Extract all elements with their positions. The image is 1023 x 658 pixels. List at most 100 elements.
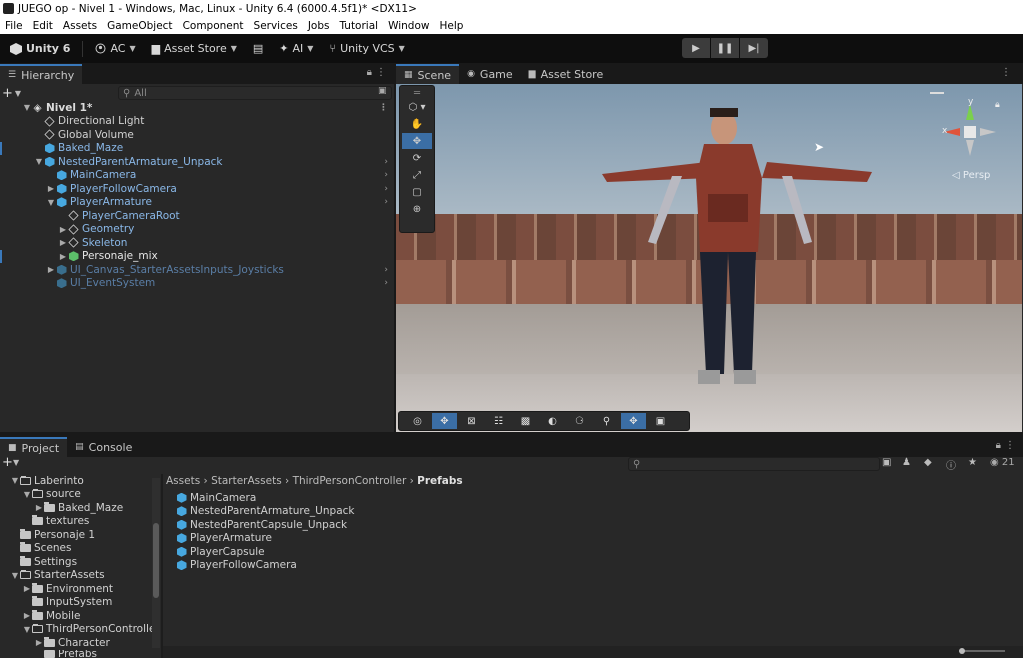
tab-asset-store[interactable]: ▆ Asset Store — [521, 64, 612, 84]
search-by-type-icon[interactable]: ▣ — [882, 457, 891, 468]
hierarchy-item-geometry[interactable]: ▶ Geometry — [0, 223, 394, 237]
hierarchy-search-input[interactable]: ⚲ All — [118, 86, 392, 100]
menu-edit[interactable]: Edit — [28, 20, 58, 32]
more-options-icon[interactable]: ⋮ — [379, 103, 388, 113]
folder-thirdpersoncontroller[interactable]: ▼ ThirdPersonController — [0, 623, 160, 637]
chevron-right-icon[interactable]: ▶ — [58, 252, 68, 261]
folder-settings[interactable]: Settings — [0, 555, 160, 569]
hierarchy-item-global-volume[interactable]: Global Volume — [0, 128, 394, 142]
asset-nestedparentcapsule[interactable]: NestedParentCapsule_Unpack — [176, 518, 354, 532]
chevron-down-icon[interactable]: ▼ — [22, 103, 32, 112]
rotate-tool-icon[interactable]: ⟳ — [402, 150, 432, 166]
asset-playercapsule[interactable]: PlayerCapsule — [176, 545, 354, 559]
chevron-right-icon[interactable]: ▶ — [34, 638, 44, 647]
play-button[interactable]: ▶ — [682, 38, 710, 58]
add-icon[interactable]: + — [2, 455, 13, 470]
search-icon[interactable]: ⚲ — [594, 413, 619, 429]
hierarchy-item-ui-eventsystem[interactable]: UI_EventSystem › — [0, 277, 394, 291]
menu-file[interactable]: File — [0, 20, 28, 32]
menu-assets[interactable]: Assets — [58, 20, 102, 32]
chevron-right-icon[interactable]: ▶ — [58, 238, 68, 247]
chevron-right-icon[interactable]: ▶ — [46, 265, 56, 274]
hand-tool-icon[interactable]: ✋ — [402, 116, 432, 132]
asset-nestedparentarmature[interactable]: NestedParentArmature_Unpack — [176, 505, 354, 519]
chevron-down-icon[interactable]: ▼ — [13, 458, 19, 467]
add-icon[interactable]: + — [2, 86, 13, 101]
folder-character[interactable]: ▶ Character — [0, 636, 160, 650]
label-icon[interactable]: ◆ — [924, 457, 932, 468]
chevron-right-icon[interactable]: › — [384, 184, 388, 194]
folder-starterassets[interactable]: ▼ StarterAssets — [0, 569, 160, 583]
hierarchy-item-playerarmature[interactable]: ▼ PlayerArmature › — [0, 196, 394, 210]
breadcrumb-assets[interactable]: Assets — [166, 475, 200, 487]
folder-personaje-1[interactable]: Personaje 1 — [0, 528, 160, 542]
chevron-right-icon[interactable]: ▶ — [58, 225, 68, 234]
folder-mobile[interactable]: ▶ Mobile — [0, 609, 160, 623]
breadcrumb-prefabs[interactable]: Prefabs — [417, 475, 462, 487]
chevron-down-icon[interactable]: ▼ — [10, 476, 20, 485]
chevron-right-icon[interactable]: › — [384, 157, 388, 167]
hierarchy-item-maincamera[interactable]: MainCamera › — [0, 169, 394, 183]
menu-services[interactable]: Services — [249, 20, 303, 32]
menu-window[interactable]: Window — [383, 20, 434, 32]
slider-handle[interactable] — [959, 648, 965, 654]
scrollbar-thumb[interactable] — [153, 523, 159, 598]
folder-baked-maze[interactable]: ▶ Baked_Maze — [0, 501, 160, 515]
draw-mode-button[interactable]: ⬡ ▾ — [402, 99, 432, 115]
scale-tool-icon[interactable]: ⤢ — [402, 167, 432, 183]
folder-inputsystem[interactable]: InputSystem — [0, 596, 160, 610]
more-options-icon[interactable]: ⋮ — [1005, 440, 1015, 451]
info-icon[interactable]: ⓘ — [946, 457, 956, 472]
tab-game[interactable]: ◉ Game — [459, 64, 521, 84]
package-button[interactable]: ▤ — [247, 40, 269, 57]
move-icon[interactable]: ✥ — [432, 413, 457, 429]
unity-version-button[interactable]: Unity 6 — [4, 40, 76, 57]
chevron-down-icon[interactable]: ▼ — [34, 157, 44, 166]
asset-store-button[interactable]: ▆ Asset Store ▼ — [146, 40, 243, 57]
lock-icon[interactable]: 🔒︎ — [996, 440, 1001, 451]
filter-icon[interactable]: ♟ — [902, 457, 911, 468]
chevron-right-icon[interactable]: ▶ — [46, 184, 56, 193]
tab-console[interactable]: ▤ Console — [67, 437, 140, 457]
rect-tool-icon[interactable]: ▢ — [402, 184, 432, 200]
hidden-count[interactable]: ◉ 21 — [990, 457, 1015, 468]
grid-icon[interactable]: ▩ — [513, 413, 538, 429]
breadcrumb-thirdpersoncontroller[interactable]: ThirdPersonController — [293, 475, 407, 487]
icon-size-slider[interactable] — [959, 650, 1005, 652]
tab-scene[interactable]: ▦ Scene — [396, 64, 460, 84]
sliders-icon[interactable]: ☷ — [486, 413, 511, 429]
step-button[interactable]: ▶| — [740, 38, 768, 58]
favorite-icon[interactable]: ★ — [968, 457, 977, 468]
chevron-right-icon[interactable]: › — [384, 197, 388, 207]
more-options-icon[interactable]: ⋮ — [376, 67, 386, 78]
pause-button[interactable]: ❚❚ — [711, 38, 739, 58]
more-options-icon[interactable]: ⋮ — [1001, 67, 1011, 78]
shading-icon[interactable]: ◐ — [540, 413, 565, 429]
gizmo-handle[interactable] — [930, 92, 944, 94]
project-tree-scrollbar[interactable] — [152, 478, 160, 648]
menu-component[interactable]: Component — [178, 20, 249, 32]
hierarchy-item-ui-canvas[interactable]: ▶ UI_Canvas_StarterAssetsInputs_Joystick… — [0, 263, 394, 277]
chevron-right-icon[interactable]: ▶ — [22, 611, 32, 620]
chevron-down-icon[interactable]: ▼ — [46, 198, 56, 207]
chevron-down-icon[interactable]: ▼ — [10, 571, 20, 580]
chevron-right-icon[interactable]: ▶ — [22, 584, 32, 593]
hierarchy-item-playercameraroot[interactable]: PlayerCameraRoot — [0, 209, 394, 223]
menu-help[interactable]: Help — [434, 20, 468, 32]
chevron-down-icon[interactable]: ▼ — [15, 89, 21, 98]
chevron-right-icon[interactable]: ▶ — [34, 503, 44, 512]
hierarchy-item-playerfollowcamera[interactable]: ▶ PlayerFollowCamera › — [0, 182, 394, 196]
menu-tutorial[interactable]: Tutorial — [334, 20, 383, 32]
hierarchy-item-baked-maze[interactable]: Baked_Maze — [0, 141, 394, 156]
account-button[interactable]: AC ▼ — [89, 40, 141, 57]
chevron-right-icon[interactable]: › — [384, 278, 388, 288]
move-tool-icon[interactable]: ✥ — [402, 133, 432, 149]
asset-maincamera[interactable]: MainCamera — [176, 491, 354, 505]
perspective-label[interactable]: ◁ Persp — [952, 170, 990, 181]
project-splitter[interactable] — [161, 474, 163, 658]
tab-project[interactable]: ■ Project — [0, 437, 68, 457]
chevron-right-icon[interactable]: › — [384, 170, 388, 180]
tab-hierarchy[interactable]: ☰ Hierarchy — [0, 64, 83, 84]
breadcrumb-starterassets[interactable]: StarterAssets — [211, 475, 282, 487]
orbit-icon[interactable]: ◎ — [405, 413, 430, 429]
